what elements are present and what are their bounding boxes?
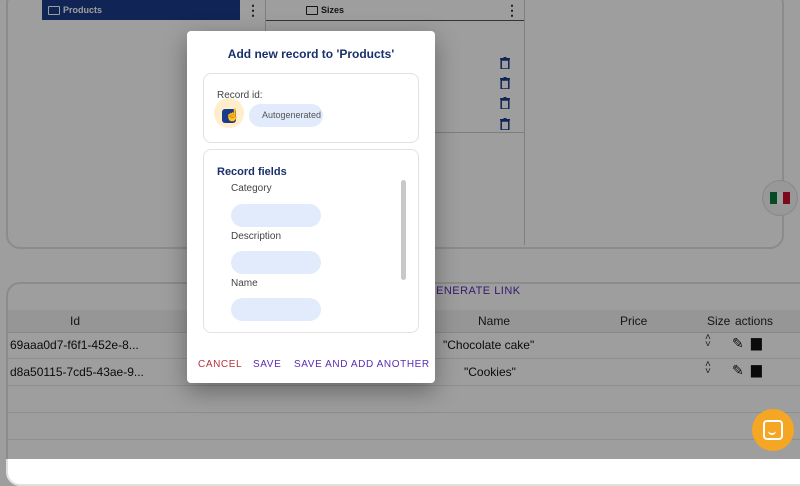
save-and-add-another-button[interactable]: SAVE AND ADD ANOTHER bbox=[294, 359, 430, 370]
hand-cursor-icon: ☝ bbox=[225, 108, 240, 122]
field-label-category: Category bbox=[231, 183, 272, 194]
category-input[interactable] bbox=[231, 204, 321, 227]
field-label-description: Description bbox=[231, 231, 282, 242]
name-input[interactable] bbox=[231, 298, 321, 321]
record-fields-card: Record fields Category Description Name bbox=[203, 149, 419, 333]
dialog-title: Add new record to 'Products' bbox=[227, 47, 395, 61]
chat-launcher-button[interactable] bbox=[752, 409, 794, 451]
add-record-dialog: Add new record to 'Products' Record id: … bbox=[187, 31, 435, 383]
record-id-card: Record id: ☝ Autogenerated bbox=[203, 73, 419, 143]
record-id-input[interactable]: Autogenerated bbox=[249, 104, 323, 127]
save-button[interactable]: SAVE bbox=[253, 359, 281, 370]
field-label-name: Name bbox=[231, 278, 258, 289]
fields-scrollbar[interactable] bbox=[401, 180, 406, 280]
cancel-button[interactable]: CANCEL bbox=[198, 359, 242, 370]
description-input[interactable] bbox=[231, 251, 321, 274]
record-id-placeholder: Autogenerated bbox=[262, 110, 322, 120]
chat-icon bbox=[763, 420, 783, 440]
record-fields-title: Record fields bbox=[217, 166, 287, 178]
